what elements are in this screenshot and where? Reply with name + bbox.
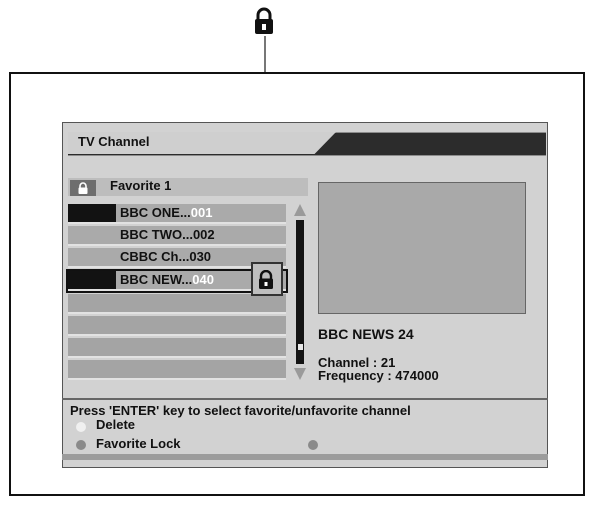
empty-row[interactable] bbox=[68, 316, 286, 336]
channel-preview bbox=[318, 182, 526, 314]
window-title: TV Channel bbox=[78, 134, 150, 149]
channel-color-block bbox=[68, 204, 116, 222]
channel-info-frequency: Frequency : 474000 bbox=[318, 368, 439, 383]
favorite-lock-badge bbox=[70, 180, 96, 196]
lock-callout-icon bbox=[255, 7, 273, 34]
favorite-group-title: Favorite 1 bbox=[110, 178, 172, 193]
channel-info-name: BBC NEWS 24 bbox=[318, 326, 414, 342]
empty-row[interactable] bbox=[68, 360, 286, 380]
grey-key-icon bbox=[76, 440, 86, 450]
empty-row[interactable] bbox=[68, 294, 286, 314]
scroll-down-arrow-icon[interactable] bbox=[294, 368, 306, 380]
scrollbar-thumb[interactable] bbox=[298, 344, 303, 350]
help-instruction: Press 'ENTER' key to select favorite/unf… bbox=[70, 403, 411, 418]
grey-key-icon bbox=[308, 440, 318, 450]
channel-name: BBC ONE...001 bbox=[120, 205, 213, 220]
scroll-up-arrow-icon[interactable] bbox=[294, 204, 306, 216]
legend-favorite-lock: Favorite Lock bbox=[96, 436, 181, 451]
lock-icon bbox=[78, 182, 88, 194]
selection-marker bbox=[286, 270, 288, 292]
lock-icon bbox=[259, 270, 273, 289]
help-footer-bar bbox=[62, 454, 548, 460]
scrollbar-track[interactable] bbox=[296, 220, 304, 364]
help-separator bbox=[62, 398, 548, 400]
favorite-header[interactable] bbox=[68, 178, 308, 196]
channel-name: CBBC Ch...030 bbox=[120, 249, 212, 264]
channel-row[interactable]: BBC ONE...001 bbox=[68, 204, 286, 224]
channel-row[interactable]: BBC TWO...002 bbox=[68, 226, 286, 246]
channel-name: BBC TWO...002 bbox=[120, 227, 215, 242]
white-key-icon bbox=[76, 422, 86, 432]
empty-row[interactable] bbox=[68, 338, 286, 358]
legend-delete: Delete bbox=[96, 417, 136, 432]
